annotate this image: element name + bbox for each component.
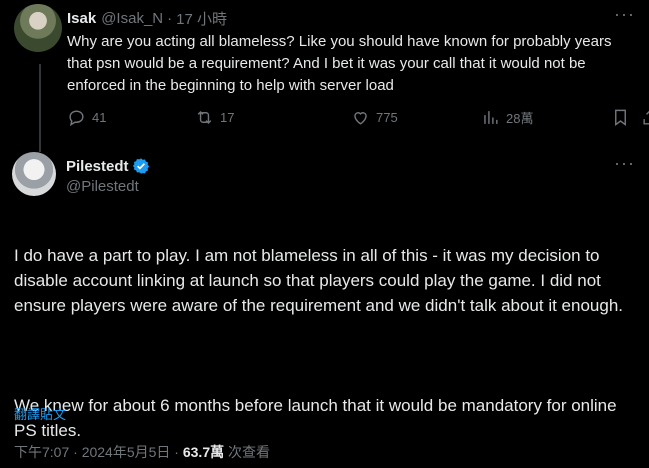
main-handle-row: @Pilestedt xyxy=(66,178,139,195)
like-icon xyxy=(354,112,367,125)
reply-display-name[interactable]: Isak xyxy=(67,10,96,27)
like-count: 775 xyxy=(376,110,398,125)
tweet-meta: 下午7:07 · 2024年5月5日 · 63.7萬 次查看 xyxy=(14,442,270,462)
repost-count: 17 xyxy=(220,110,235,125)
reply-tweet-text: Why are you acting all blameless? Like y… xyxy=(67,33,612,94)
tweet-views-count: 63.7萬 xyxy=(182,444,225,460)
reply-time[interactable]: 17 小時 xyxy=(176,8,227,29)
bookmark-icon xyxy=(615,109,626,127)
views-icon xyxy=(484,111,498,124)
repost-icon xyxy=(197,110,212,125)
verified-badge-icon xyxy=(132,158,149,174)
share-icon xyxy=(643,110,649,125)
main-author-row: Pilestedt xyxy=(66,157,150,175)
share-button[interactable] xyxy=(641,108,649,127)
views-count: 28萬 xyxy=(506,111,534,126)
main-tweet-paragraph-2: We knew for about 6 months before launch… xyxy=(14,396,617,440)
avatar-pilestedt[interactable] xyxy=(12,152,56,196)
tweet-views-label: 次查看 xyxy=(224,444,270,460)
main-more-icon[interactable]: ··· xyxy=(614,153,635,174)
thread-connector-line xyxy=(39,64,41,152)
main-tweet-paragraph-1: I do have a part to play. I am not blame… xyxy=(14,246,624,315)
reply-action-bar: 41 17 775 28萬 xyxy=(67,108,649,132)
reply-header: Isak @Isak_N · 17 小時 xyxy=(67,8,227,29)
reply-count: 41 xyxy=(92,110,107,125)
reply-button[interactable]: 41 xyxy=(67,108,106,127)
views-button[interactable]: 28萬 xyxy=(481,108,533,127)
main-display-name[interactable]: Pilestedt xyxy=(66,158,129,175)
tweet-timestamp[interactable]: 下午7:07 · 2024年5月5日 · xyxy=(14,444,183,460)
repost-button[interactable]: 17 xyxy=(195,108,234,127)
avatar-isak[interactable] xyxy=(14,4,62,52)
reply-handle[interactable]: @Isak_N xyxy=(101,10,163,27)
translate-post-link[interactable]: 翻譯貼文 xyxy=(14,404,66,423)
reply-icon xyxy=(69,110,84,127)
main-handle[interactable]: @Pilestedt xyxy=(66,178,139,195)
main-tweet-text: I do have a part to play. I am not blame… xyxy=(14,218,636,468)
like-button[interactable]: 775 xyxy=(351,108,398,127)
bookmark-button[interactable] xyxy=(611,108,636,127)
reply-separator: · xyxy=(167,10,173,27)
reply-more-icon[interactable]: ··· xyxy=(614,4,635,25)
